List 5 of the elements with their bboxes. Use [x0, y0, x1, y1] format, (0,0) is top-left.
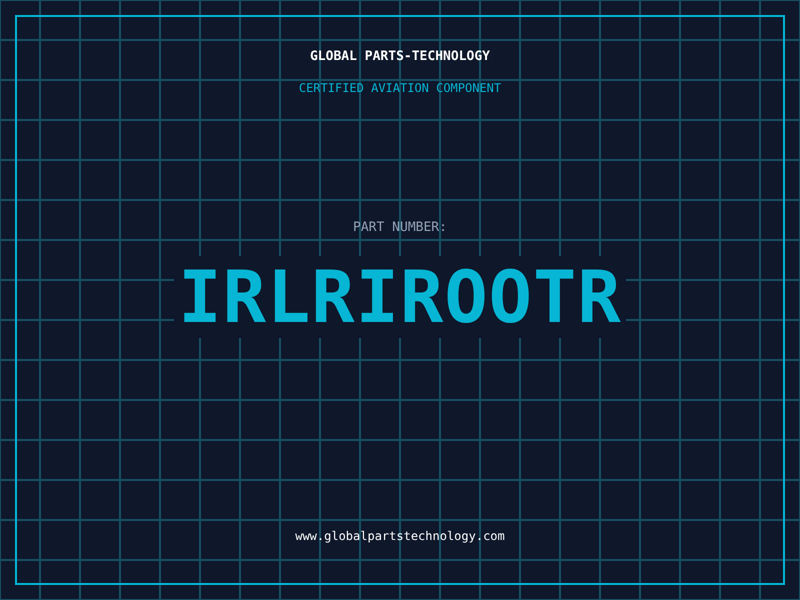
company-name: GLOBAL PARTS-TECHNOLOGY: [310, 49, 490, 65]
subtitle: CERTIFIED AVIATION COMPONENT: [298, 80, 502, 96]
website-url: www.globalpartstechnology.com: [295, 528, 505, 544]
part-number-label: PART NUMBER:: [353, 220, 447, 236]
part-number: IRLRIROOTR: [174, 256, 626, 338]
